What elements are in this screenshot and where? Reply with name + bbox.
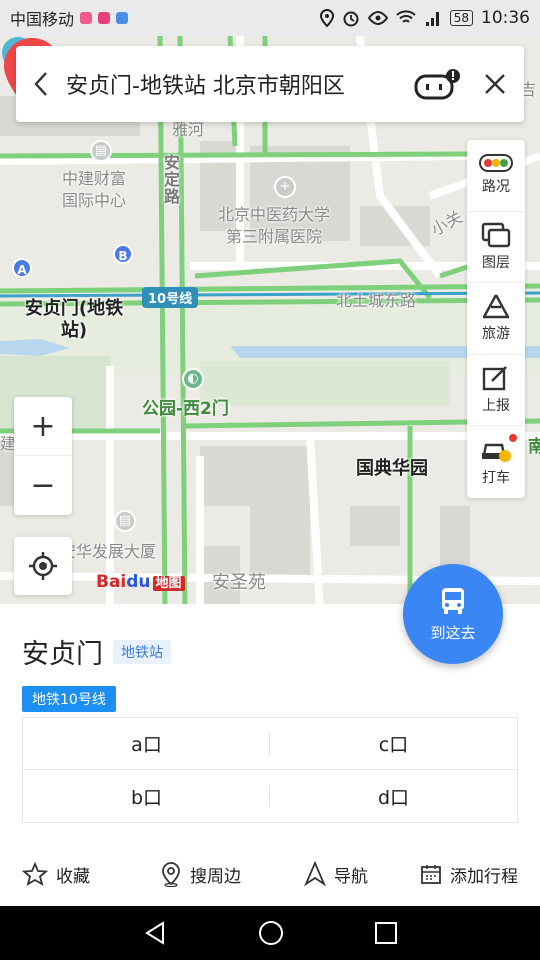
favorite-label: 收藏: [56, 866, 90, 887]
logo-bai: Bai: [96, 572, 127, 592]
layers-label: 图层: [482, 254, 510, 271]
locate-button[interactable]: [14, 537, 72, 595]
back-button[interactable]: [16, 46, 66, 122]
status-bar: 中国移动 58 10:36: [0, 0, 540, 36]
report-button[interactable]: 上报: [467, 355, 525, 427]
search-query-field[interactable]: 安贞门-地铁站 北京市朝阳区: [66, 68, 408, 100]
station-exits-grid: a口 c口 b口 d口: [22, 717, 518, 823]
close-icon: [485, 74, 505, 94]
park-gate-poi-icon: ◐: [182, 368, 204, 390]
music-app-icon: [98, 12, 111, 24]
add-itinerary-button[interactable]: 添加行程: [420, 862, 518, 887]
exit-b-marker[interactable]: B: [113, 244, 133, 264]
map-label-guodian: 国典华园: [356, 458, 428, 479]
zoom-out-button[interactable]: −: [14, 456, 72, 515]
status-right: 58 10:36: [319, 8, 530, 28]
video-app-icon: [80, 12, 93, 24]
travel-label: 旅游: [482, 326, 510, 343]
map-label-beitucheng: 北土城东路: [336, 291, 417, 310]
edit-icon: [482, 366, 507, 391]
navigate-button[interactable]: 导航: [304, 861, 368, 887]
navigation-arrow-icon: [304, 861, 326, 887]
office-poi-icon: ▤: [114, 510, 136, 532]
crosshair-icon: [29, 552, 57, 580]
subway-line-badge[interactable]: 地铁10号线: [22, 686, 116, 712]
location-pin-icon: [162, 862, 180, 887]
robot-icon: [414, 69, 460, 100]
eye-icon: [367, 11, 388, 25]
traffic-label: 路况: [482, 179, 510, 196]
notification-dot: [509, 434, 517, 443]
carrier-label: 中国移动: [10, 10, 75, 29]
nearby-button[interactable]: 搜周边: [160, 861, 241, 887]
map-label-zhongjian: 中建财富 国际中心: [62, 169, 127, 210]
status-left: 中国移动: [10, 6, 129, 30]
map-toolbar: 路况 图层 旅游 上报 打车: [467, 140, 525, 498]
place-header: 安贞门 地铁站: [22, 632, 171, 671]
travel-button[interactable]: 旅游: [467, 283, 525, 355]
alipay-icon: [116, 12, 129, 24]
location-status-icon: [319, 9, 334, 27]
star-icon: [22, 862, 48, 886]
exit-a-cell[interactable]: a口: [23, 718, 270, 770]
go-here-label: 到这去: [430, 623, 476, 642]
navigate-label: 导航: [334, 866, 368, 887]
map-label-hospital: 北京中医药大学 第三附属医院: [218, 205, 331, 246]
exit-c-cell[interactable]: c口: [270, 718, 517, 770]
chevron-left-icon: [34, 72, 47, 96]
bus-icon: [442, 587, 464, 614]
travel-icon: [482, 294, 510, 319]
map-label-park-gate: 公园-西2门: [142, 399, 229, 419]
map-label-anding-road: 安定路: [161, 154, 180, 205]
nav-recents-icon[interactable]: [374, 921, 398, 945]
taxi-button[interactable]: 打车: [467, 426, 525, 498]
report-label: 上报: [482, 398, 510, 415]
system-nav-bar: [0, 906, 540, 960]
signal-icon: [425, 12, 439, 26]
battery-level: 58: [449, 10, 473, 26]
nearby-label: 搜周边: [190, 866, 241, 887]
go-here-button[interactable]: 到这去: [403, 564, 503, 664]
zoom-in-button[interactable]: +: [14, 397, 72, 456]
voice-assistant-button[interactable]: [408, 46, 466, 122]
nav-back-icon[interactable]: [142, 920, 168, 946]
nav-home-icon[interactable]: [258, 920, 284, 946]
taxi-icon: [482, 443, 511, 463]
map-view[interactable]: 雅河 吉 ▤ 中建财富 国际中心 安定路 + 北京中医药大学 第三附属医院 小关…: [0, 36, 540, 610]
traffic-light-icon: [479, 154, 513, 173]
search-bar: 安贞门-地铁站 北京市朝阳区: [16, 46, 524, 122]
map-label-anshengyuan: 安圣苑: [212, 572, 266, 593]
alarm-icon: [343, 11, 359, 27]
clock: 10:36: [481, 8, 530, 28]
exit-b-cell[interactable]: b口: [23, 770, 270, 822]
place-name: 安贞门: [22, 639, 103, 670]
calendar-icon: [421, 865, 441, 884]
exit-d-cell[interactable]: d口: [270, 770, 517, 822]
baidu-map-logo: Baidu 地图: [96, 572, 185, 592]
place-type-badge: 地铁站: [113, 639, 171, 664]
logo-map-word: 地图: [152, 576, 185, 591]
building-poi-icon: ▤: [90, 140, 112, 162]
line-10-tag: 10号线: [142, 287, 199, 308]
map-label-nan: 南: [528, 437, 540, 457]
traffic-button[interactable]: 路况: [467, 140, 525, 212]
action-bar: 收藏 搜周边 导航 添加行程: [0, 854, 540, 894]
taxi-label: 打车: [482, 470, 510, 487]
station-marker-caption: 安贞门(地铁站): [24, 298, 124, 341]
add-itinerary-label: 添加行程: [450, 866, 518, 887]
favorite-button[interactable]: 收藏: [22, 862, 90, 887]
layers-button[interactable]: 图层: [467, 212, 525, 284]
zoom-control: + −: [14, 397, 72, 515]
close-button[interactable]: [466, 46, 524, 122]
logo-du: du: [126, 572, 151, 592]
layers-icon: [481, 222, 511, 248]
wifi-icon: [396, 10, 416, 23]
map-label-anhua: 安华发展大厦: [60, 542, 157, 561]
hospital-poi-icon: +: [274, 176, 296, 198]
exit-a-marker[interactable]: A: [12, 258, 32, 278]
